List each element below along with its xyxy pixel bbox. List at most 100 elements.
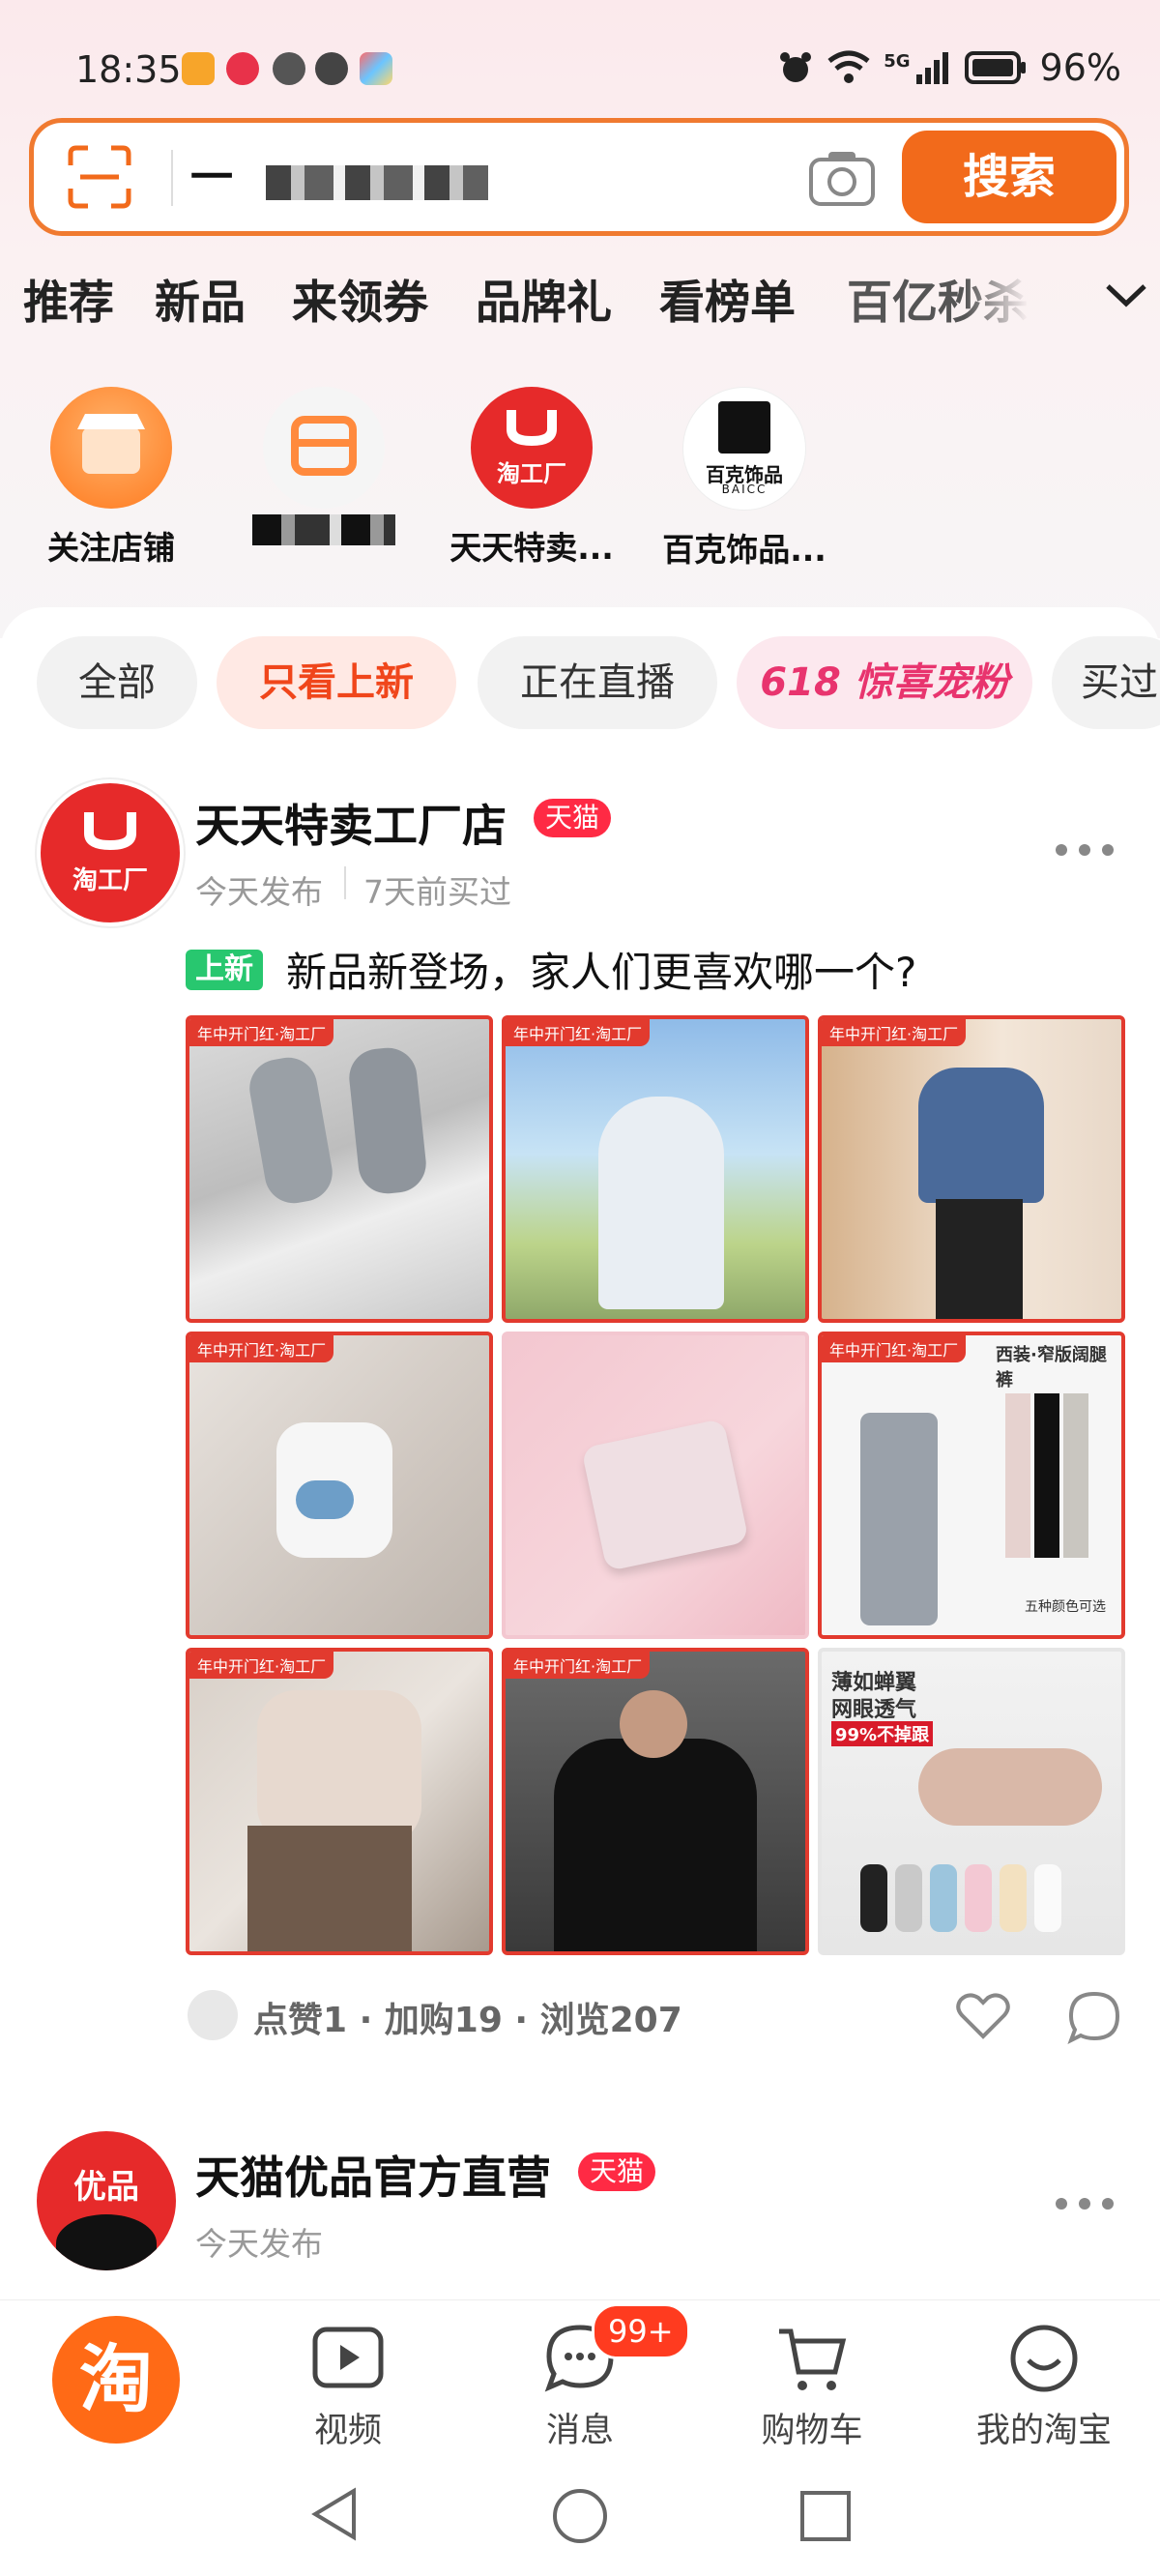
nav-my-taobao[interactable]: 我的淘宝	[947, 2320, 1141, 2452]
nav-video-label: 视频	[313, 2412, 382, 2450]
taogongchang-logo: 淘工厂	[471, 387, 593, 509]
chevron-down-icon[interactable]	[1100, 269, 1152, 321]
engagement-avatar	[188, 1990, 238, 2040]
product-tile[interactable]: 年中开门红·淘工厂	[818, 1015, 1125, 1323]
store-item[interactable]: 百克饰品 BAICC 百克饰品...	[652, 387, 836, 571]
category-tabs: 推荐 新品 来领券 品牌礼 看榜单 百亿秒杀	[23, 265, 1146, 333]
filter-live[interactable]: 正在直播	[478, 636, 717, 729]
nav-cart-label: 购物车	[761, 2412, 863, 2450]
post-bought: 7天前买过	[363, 873, 511, 911]
post-published: 今天发布	[195, 2225, 323, 2263]
battery-icon	[964, 51, 1026, 84]
baicc-logo-sub: BAICC	[721, 483, 768, 496]
store-name-redacted	[252, 514, 395, 545]
post-store-avatar[interactable]: 淘工厂	[37, 779, 184, 926]
status-right: 5G 96%	[777, 46, 1121, 89]
product-tile[interactable]: 年中开门红·淘工厂	[502, 1648, 809, 1955]
network-label: 5G	[884, 50, 911, 72]
store-item[interactable]: 淘工厂 天天特卖...	[440, 387, 624, 569]
gesture-icon	[273, 52, 305, 85]
filter-new-only[interactable]: 只看上新	[217, 636, 456, 729]
system-nav-bar	[0, 2456, 1160, 2576]
alarm-icon	[780, 52, 812, 82]
tile-promo-tag: 年中开门红·淘工厂	[822, 1335, 967, 1362]
tile-caption: 西装·窄版阔腿裤	[996, 1345, 1107, 1390]
heart-icon[interactable]	[955, 1990, 1011, 2040]
tmall-badge: 天猫	[578, 2152, 656, 2191]
tile-caption-colors: 五种颜色可选	[1025, 1599, 1106, 1615]
store-icon	[263, 387, 385, 509]
status-time: 18:35	[75, 48, 182, 91]
search-input[interactable]: 一	[190, 142, 233, 204]
post-store-name[interactable]: 天天特卖工厂店	[195, 791, 507, 855]
filter-all[interactable]: 全部	[37, 636, 197, 729]
filter-618-promo[interactable]: 618 惊喜宠粉	[737, 636, 1032, 729]
video-icon	[312, 2327, 384, 2388]
nav-messages-label: 消息	[545, 2412, 614, 2450]
baicc-logo: 百克饰品 BAICC	[682, 387, 806, 511]
tile-promo-tag: 年中开门红·淘工厂	[506, 1019, 651, 1046]
smile-icon	[1010, 2325, 1078, 2392]
product-grid: 年中开门红·淘工厂 年中开门红·淘工厂 年中开门红·淘工厂 年中开门红·淘工厂 …	[186, 1015, 1125, 1955]
post-store-name[interactable]: 天猫优品官方直营	[195, 2143, 551, 2207]
store-name: 天天特卖...	[450, 529, 614, 567]
cart-icon	[779, 2328, 847, 2390]
scan-icon[interactable]	[67, 144, 132, 210]
signal-icon	[915, 52, 948, 84]
video-app-icon	[226, 52, 259, 85]
post-published: 今天发布	[195, 873, 323, 911]
product-tile[interactable]: 薄如蝉翼 网眼透气 99%不掉跟	[818, 1648, 1125, 1955]
post-meta-divider	[344, 866, 346, 899]
new-tag: 上新	[186, 950, 263, 990]
app-grid-icon	[360, 52, 392, 85]
product-tile[interactable]: 年中开门红·淘工厂	[186, 1332, 493, 1639]
store-follow[interactable]: 关注店铺	[19, 387, 203, 569]
wifi-icon	[827, 50, 870, 83]
product-tile[interactable]: 年中开门红·淘工厂 西装·窄版阔腿裤 五种颜色可选	[818, 1332, 1125, 1639]
nav-cart[interactable]: 购物车	[715, 2320, 909, 2452]
battery-percent: 96%	[1039, 46, 1121, 89]
search-bar[interactable]: 一 搜索	[29, 118, 1129, 236]
chat-bubble-icon	[315, 52, 348, 85]
store-follow-icon	[50, 387, 172, 509]
tab-recommend[interactable]: 推荐	[23, 265, 114, 332]
tile-promo-tag: 年中开门红·淘工厂	[189, 1652, 334, 1679]
vip-app-icon	[182, 52, 215, 85]
search-button[interactable]: 搜索	[902, 131, 1116, 223]
tile-promo-tag: 年中开门红·淘工厂	[189, 1335, 334, 1362]
bottom-nav: 淘 视频 消息 购物车 我的淘宝	[0, 2299, 1160, 2455]
comment-icon[interactable]	[1067, 1990, 1121, 2044]
recents-icon[interactable]	[798, 2489, 853, 2543]
tile-caption-2: 网眼透气	[831, 1698, 917, 1722]
product-tile[interactable]: 年中开门红·淘工厂	[186, 1015, 493, 1323]
taogongchang-logo-text: 淘工厂	[497, 460, 566, 487]
nav-video[interactable]: 视频	[251, 2320, 445, 2452]
tab-coupons[interactable]: 来领券	[292, 265, 428, 332]
message-badge: 99+	[592, 2303, 690, 2359]
home-circle-icon[interactable]	[551, 2487, 609, 2545]
tmall-badge: 天猫	[534, 799, 612, 837]
home-button[interactable]: 淘	[52, 2316, 180, 2444]
post-store-avatar[interactable]: 优品	[37, 2131, 176, 2270]
tab-flash-sale[interactable]: 百亿秒杀	[847, 265, 1029, 332]
tile-caption-3: 99%不掉跟	[831, 1721, 934, 1746]
back-icon[interactable]	[307, 2485, 362, 2543]
product-tile[interactable]: 年中开门红·淘工厂	[186, 1648, 493, 1955]
product-tile[interactable]	[502, 1332, 809, 1639]
tab-rankings[interactable]: 看榜单	[659, 265, 796, 332]
more-options-icon[interactable]	[1056, 2193, 1119, 2212]
nav-my-taobao-label: 我的淘宝	[975, 2412, 1112, 2450]
store-item[interactable]	[232, 387, 416, 549]
camera-icon[interactable]	[807, 148, 877, 208]
product-tile[interactable]: 年中开门红·淘工厂	[502, 1015, 809, 1323]
tab-new[interactable]: 新品	[155, 265, 246, 332]
post-stats: 点赞1 · 加购19 · 浏览207	[253, 2001, 682, 2040]
store-follow-label: 关注店铺	[47, 529, 175, 567]
filter-purchased[interactable]: 买过	[1052, 636, 1160, 729]
more-options-icon[interactable]	[1056, 839, 1119, 859]
search-query-redacted	[266, 165, 488, 200]
search-divider	[171, 150, 173, 206]
status-bar: 18:35 5G 96%	[0, 39, 1160, 106]
tab-brand-gift[interactable]: 品牌礼	[476, 265, 612, 332]
post-store-avatar-text: 优品	[73, 2168, 139, 2207]
